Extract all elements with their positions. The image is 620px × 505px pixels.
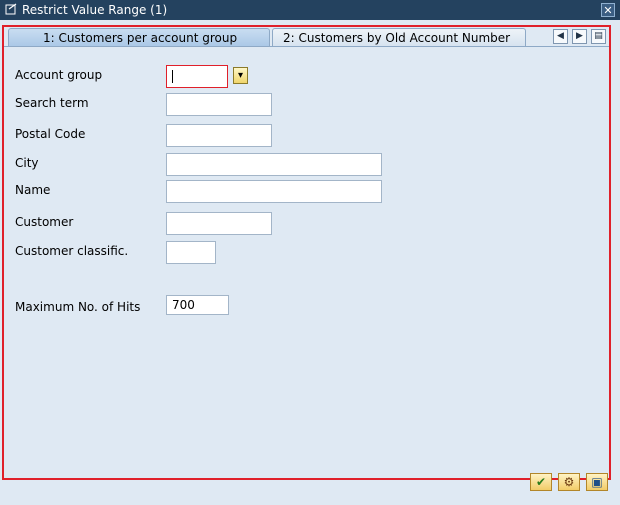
tab-customers-per-account-group[interactable]: 1: Customers per account group <box>8 28 270 47</box>
find-icon[interactable]: ⚙ <box>558 473 580 491</box>
restrict-icon[interactable]: ▣ <box>586 473 608 491</box>
postal-code-label: Postal Code <box>15 127 86 141</box>
search-term-input[interactable] <box>166 93 272 116</box>
title-bar: Restrict Value Range (1) ✕ <box>0 0 620 20</box>
text-caret <box>172 70 173 83</box>
max-hits-input[interactable]: 700 <box>166 295 229 315</box>
city-label: City <box>15 156 39 170</box>
account-group-dropdown-icon[interactable]: ▾ <box>233 67 248 84</box>
customer-classific-label: Customer classific. <box>15 244 129 258</box>
tab-underline <box>4 46 609 47</box>
search-term-label: Search term <box>15 96 89 110</box>
customer-label: Customer <box>15 215 74 229</box>
tab-next-icon[interactable]: ▶ <box>572 29 587 44</box>
account-group-input[interactable] <box>166 65 228 88</box>
tab-customers-by-old-account-number[interactable]: 2: Customers by Old Account Number <box>272 28 526 47</box>
name-input[interactable] <box>166 180 382 203</box>
window-icon <box>5 3 17 15</box>
tab-strip: 1: Customers per account group 2: Custom… <box>4 27 609 48</box>
customer-input[interactable] <box>166 212 272 235</box>
selection-frame: 1: Customers per account group 2: Custom… <box>2 25 611 480</box>
window-title: Restrict Value Range (1) <box>22 3 168 17</box>
close-button[interactable]: ✕ <box>601 3 615 17</box>
account-group-label: Account group <box>15 68 103 82</box>
customer-classific-input[interactable] <box>166 241 216 264</box>
tab-list-icon[interactable]: ▤ <box>591 29 606 44</box>
city-input[interactable] <box>166 153 382 176</box>
name-label: Name <box>15 183 51 197</box>
tab-prev-icon[interactable]: ◀ <box>553 29 568 44</box>
bottom-toolbar: ✔ ⚙ ▣ <box>0 470 620 505</box>
postal-code-input[interactable] <box>166 124 272 147</box>
continue-check-icon[interactable]: ✔ <box>530 473 552 491</box>
max-hits-label: Maximum No. of Hits <box>15 300 141 314</box>
